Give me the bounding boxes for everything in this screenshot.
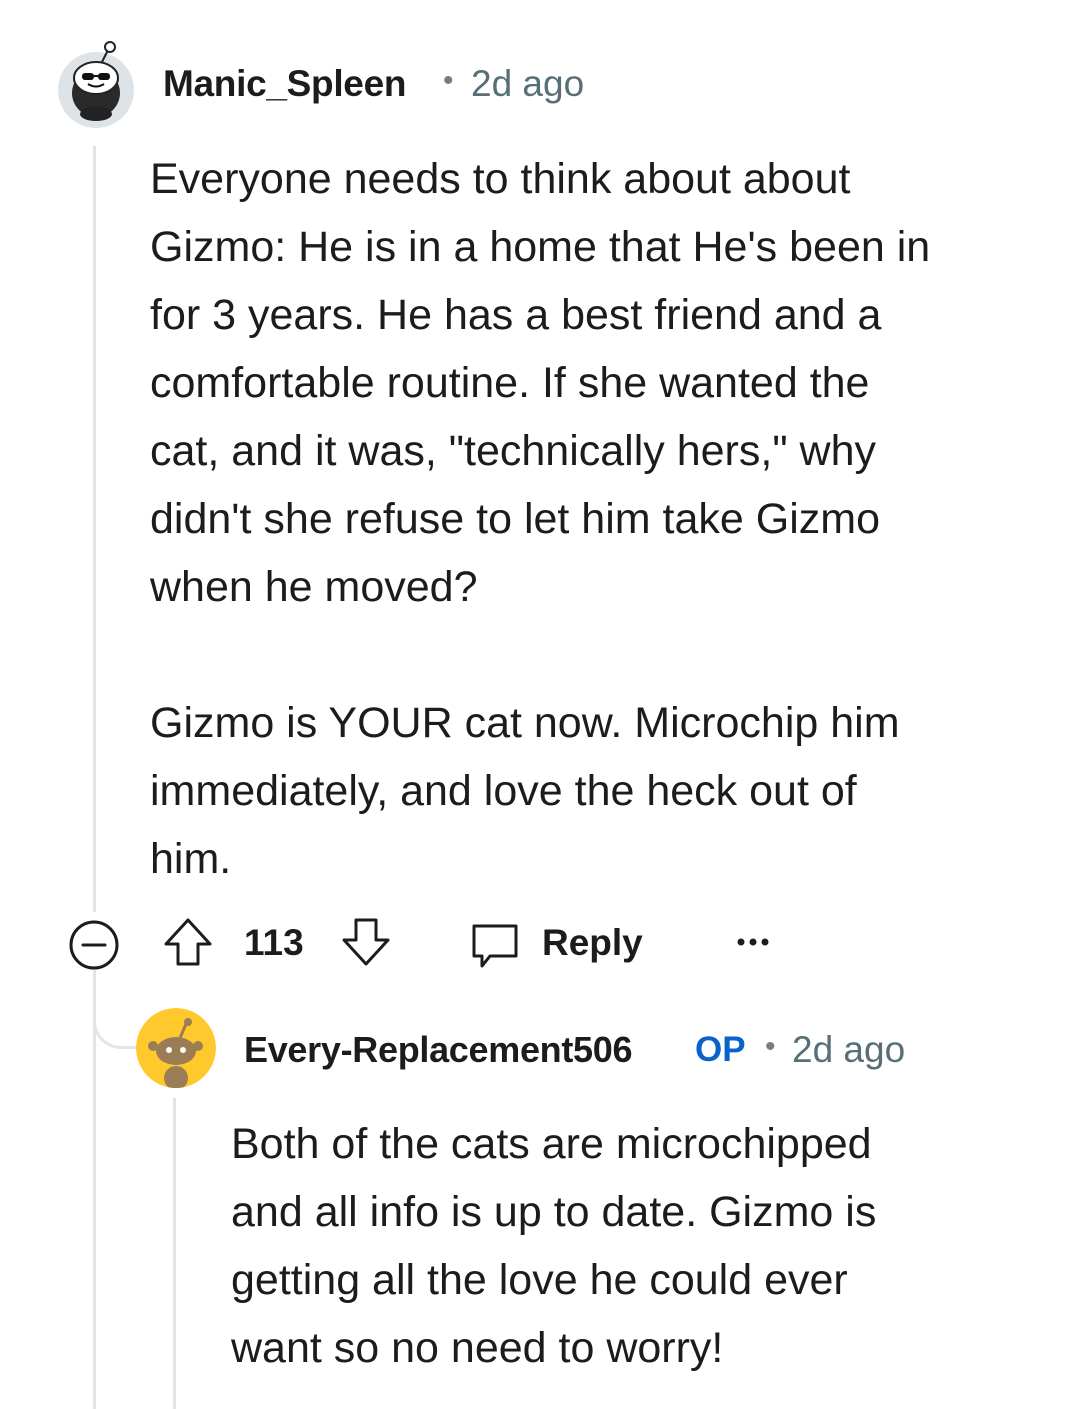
reply-body: Both of the cats are microchipped and al… bbox=[231, 1110, 1051, 1382]
snoo-avatar-icon bbox=[58, 41, 134, 128]
more-options-button[interactable] bbox=[735, 928, 775, 956]
comment-paragraph: Gizmo is YOUR cat now. Microchip him imm… bbox=[150, 699, 900, 883]
comment-body: Everyone needs to think about about Gizm… bbox=[150, 145, 1050, 893]
thread-line-main[interactable] bbox=[93, 146, 96, 912]
downvote-button[interactable] bbox=[338, 914, 394, 970]
upvote-button[interactable] bbox=[160, 914, 216, 970]
avatar[interactable] bbox=[58, 41, 134, 128]
op-badge: OP bbox=[695, 1030, 746, 1069]
reply-label[interactable]: Reply bbox=[542, 922, 643, 964]
comment-paragraph: Everyone needs to think about about Gizm… bbox=[150, 155, 931, 611]
arrow-down-icon bbox=[342, 918, 390, 966]
ellipsis-icon bbox=[737, 938, 769, 946]
thread-line-reply[interactable] bbox=[173, 1098, 176, 1409]
meta-separator: • bbox=[765, 1030, 776, 1063]
reply-timestamp[interactable]: 2d ago bbox=[792, 1029, 905, 1071]
collapse-button[interactable] bbox=[67, 918, 121, 972]
comment-timestamp[interactable]: 2d ago bbox=[471, 63, 584, 105]
speech-bubble-icon bbox=[472, 924, 518, 968]
arrow-up-icon bbox=[164, 918, 212, 966]
comment-author[interactable]: Manic_Spleen bbox=[163, 63, 406, 105]
meta-separator: • bbox=[443, 64, 454, 97]
reply-author[interactable]: Every-Replacement506 bbox=[244, 1029, 633, 1071]
reply-paragraph: Both of the cats are microchipped and al… bbox=[231, 1120, 877, 1372]
vote-score: 113 bbox=[244, 922, 304, 963]
snoo-avatar-icon bbox=[136, 1008, 216, 1088]
reply-avatar[interactable] bbox=[136, 1008, 216, 1088]
minus-circle-icon bbox=[69, 920, 119, 970]
thread-line-continuation[interactable] bbox=[93, 970, 96, 1409]
